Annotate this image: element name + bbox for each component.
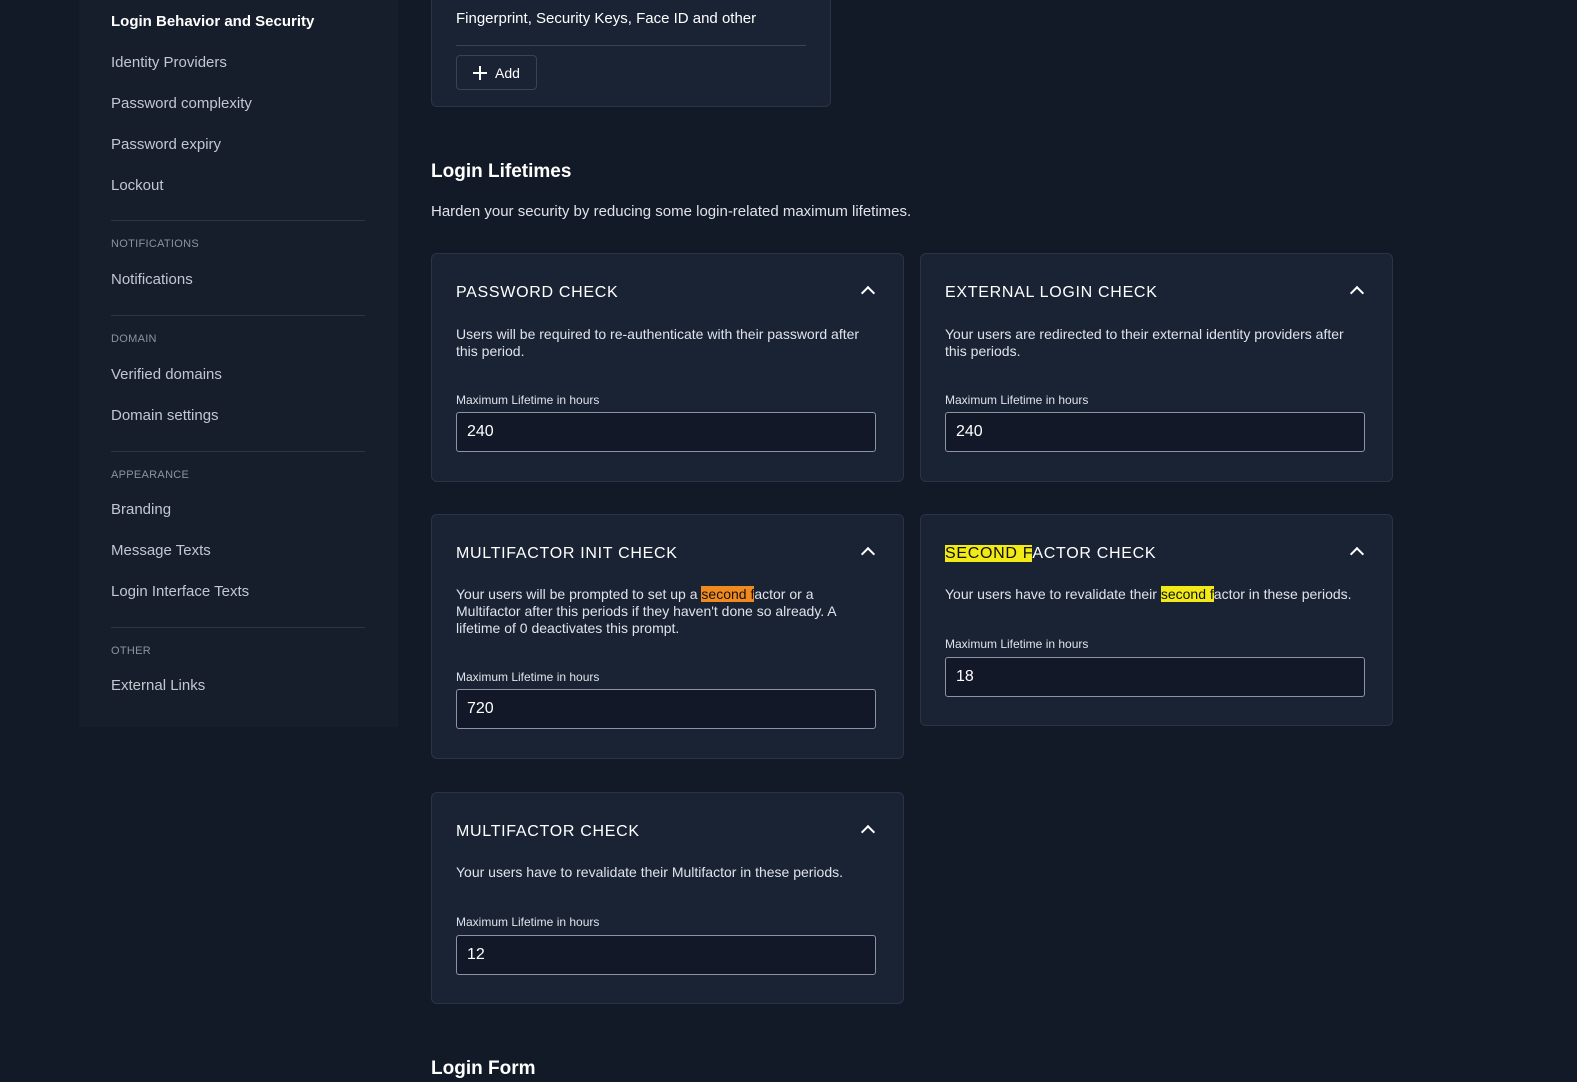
search-highlight-current: second f xyxy=(701,586,755,602)
sidebar-item-external-links[interactable]: External Links xyxy=(111,677,205,694)
sidebar-divider xyxy=(111,627,365,628)
sidebar-divider xyxy=(111,220,365,221)
sidebar-item-login-interface-texts[interactable]: Login Interface Texts xyxy=(111,583,249,600)
settings-sidebar: Login Behavior and Security Identity Pro… xyxy=(79,0,398,727)
external-login-check-title: EXTERNAL LOGIN CHECK xyxy=(945,284,1158,301)
multifactor-check-lifetime-input[interactable] xyxy=(456,935,876,975)
second-factor-check-description: Your users have to revalidate their seco… xyxy=(945,586,1352,602)
password-check-description: Users will be required to re-authenticat… xyxy=(456,326,860,359)
multifactor-check-description: Your users have to revalidate their Mult… xyxy=(456,864,844,880)
second-factor-check-field-label: Maximum Lifetime in hours xyxy=(945,637,1089,651)
sidebar-item-message-texts[interactable]: Message Texts xyxy=(111,542,211,559)
sidebar-item-lockout[interactable]: Lockout xyxy=(111,177,164,194)
multifactor-check-field-label: Maximum Lifetime in hours xyxy=(456,915,600,929)
multifactor-init-check-field-label: Maximum Lifetime in hours xyxy=(456,670,600,684)
multifactor-init-check-description: Your users will be prompted to set up a … xyxy=(456,586,836,636)
external-login-check-lifetime-input[interactable] xyxy=(945,412,1365,452)
multifactor-check-card: MULTIFACTOR CHECK Your users have to rev… xyxy=(431,792,904,1004)
chevron-up-icon[interactable] xyxy=(860,824,876,840)
sidebar-item-notifications[interactable]: Notifications xyxy=(111,271,193,288)
add-passwordless-button[interactable]: Add xyxy=(456,55,537,90)
chevron-up-icon[interactable] xyxy=(1349,546,1365,562)
multifactor-check-title: MULTIFACTOR CHECK xyxy=(456,823,640,840)
passwordless-card: Fingerprint, Security Keys, Face ID and … xyxy=(431,0,831,107)
login-lifetimes-description: Harden your security by reducing some lo… xyxy=(431,203,912,220)
search-highlight: second f xyxy=(1160,586,1214,602)
sidebar-item-branding[interactable]: Branding xyxy=(111,501,171,518)
second-factor-check-lifetime-input[interactable] xyxy=(945,657,1365,697)
external-login-check-card: EXTERNAL LOGIN CHECK Your users are redi… xyxy=(920,253,1393,482)
sidebar-item-password-complexity[interactable]: Password complexity xyxy=(111,95,252,112)
multifactor-init-check-card: MULTIFACTOR INIT CHECK Your users will b… xyxy=(431,514,904,759)
sidebar-item-identity-providers[interactable]: Identity Providers xyxy=(111,54,227,71)
sidebar-divider xyxy=(111,451,365,452)
sidebar-heading-appearance: APPEARANCE xyxy=(111,469,190,481)
chevron-up-icon[interactable] xyxy=(1349,285,1365,301)
password-check-lifetime-input[interactable] xyxy=(456,412,876,452)
chevron-up-icon[interactable] xyxy=(860,546,876,562)
external-login-check-description: Your users are redirected to their exter… xyxy=(945,326,1344,359)
sidebar-heading-domain: DOMAIN xyxy=(111,333,157,345)
plus-icon xyxy=(473,65,488,80)
password-check-title: PASSWORD CHECK xyxy=(456,284,619,301)
sidebar-item-password-expiry[interactable]: Password expiry xyxy=(111,136,221,153)
sidebar-item-domain-settings[interactable]: Domain settings xyxy=(111,407,219,424)
chevron-up-icon[interactable] xyxy=(860,285,876,301)
multifactor-init-check-title: MULTIFACTOR INIT CHECK xyxy=(456,545,678,562)
card-divider xyxy=(456,45,806,46)
sidebar-item-login-behavior[interactable]: Login Behavior and Security xyxy=(111,13,314,30)
login-form-title: Login Form xyxy=(431,1058,536,1079)
external-login-check-field-label: Maximum Lifetime in hours xyxy=(945,393,1089,407)
sidebar-heading-other: OTHER xyxy=(111,645,151,657)
multifactor-init-check-lifetime-input[interactable] xyxy=(456,689,876,729)
second-factor-check-title: SECOND FACTOR CHECK xyxy=(945,545,1157,562)
passwordless-description: Fingerprint, Security Keys, Face ID and … xyxy=(456,10,757,27)
second-factor-check-card: SECOND FACTOR CHECK Your users have to r… xyxy=(920,514,1393,726)
add-button-label: Add xyxy=(495,64,520,81)
login-lifetimes-title: Login Lifetimes xyxy=(431,161,572,182)
sidebar-divider xyxy=(111,315,365,316)
sidebar-item-verified-domains[interactable]: Verified domains xyxy=(111,366,222,383)
sidebar-heading-notifications: NOTIFICATIONS xyxy=(111,238,200,250)
password-check-field-label: Maximum Lifetime in hours xyxy=(456,393,600,407)
search-highlight: SECOND F xyxy=(945,545,1033,562)
password-check-card: PASSWORD CHECK Users will be required to… xyxy=(431,253,904,482)
